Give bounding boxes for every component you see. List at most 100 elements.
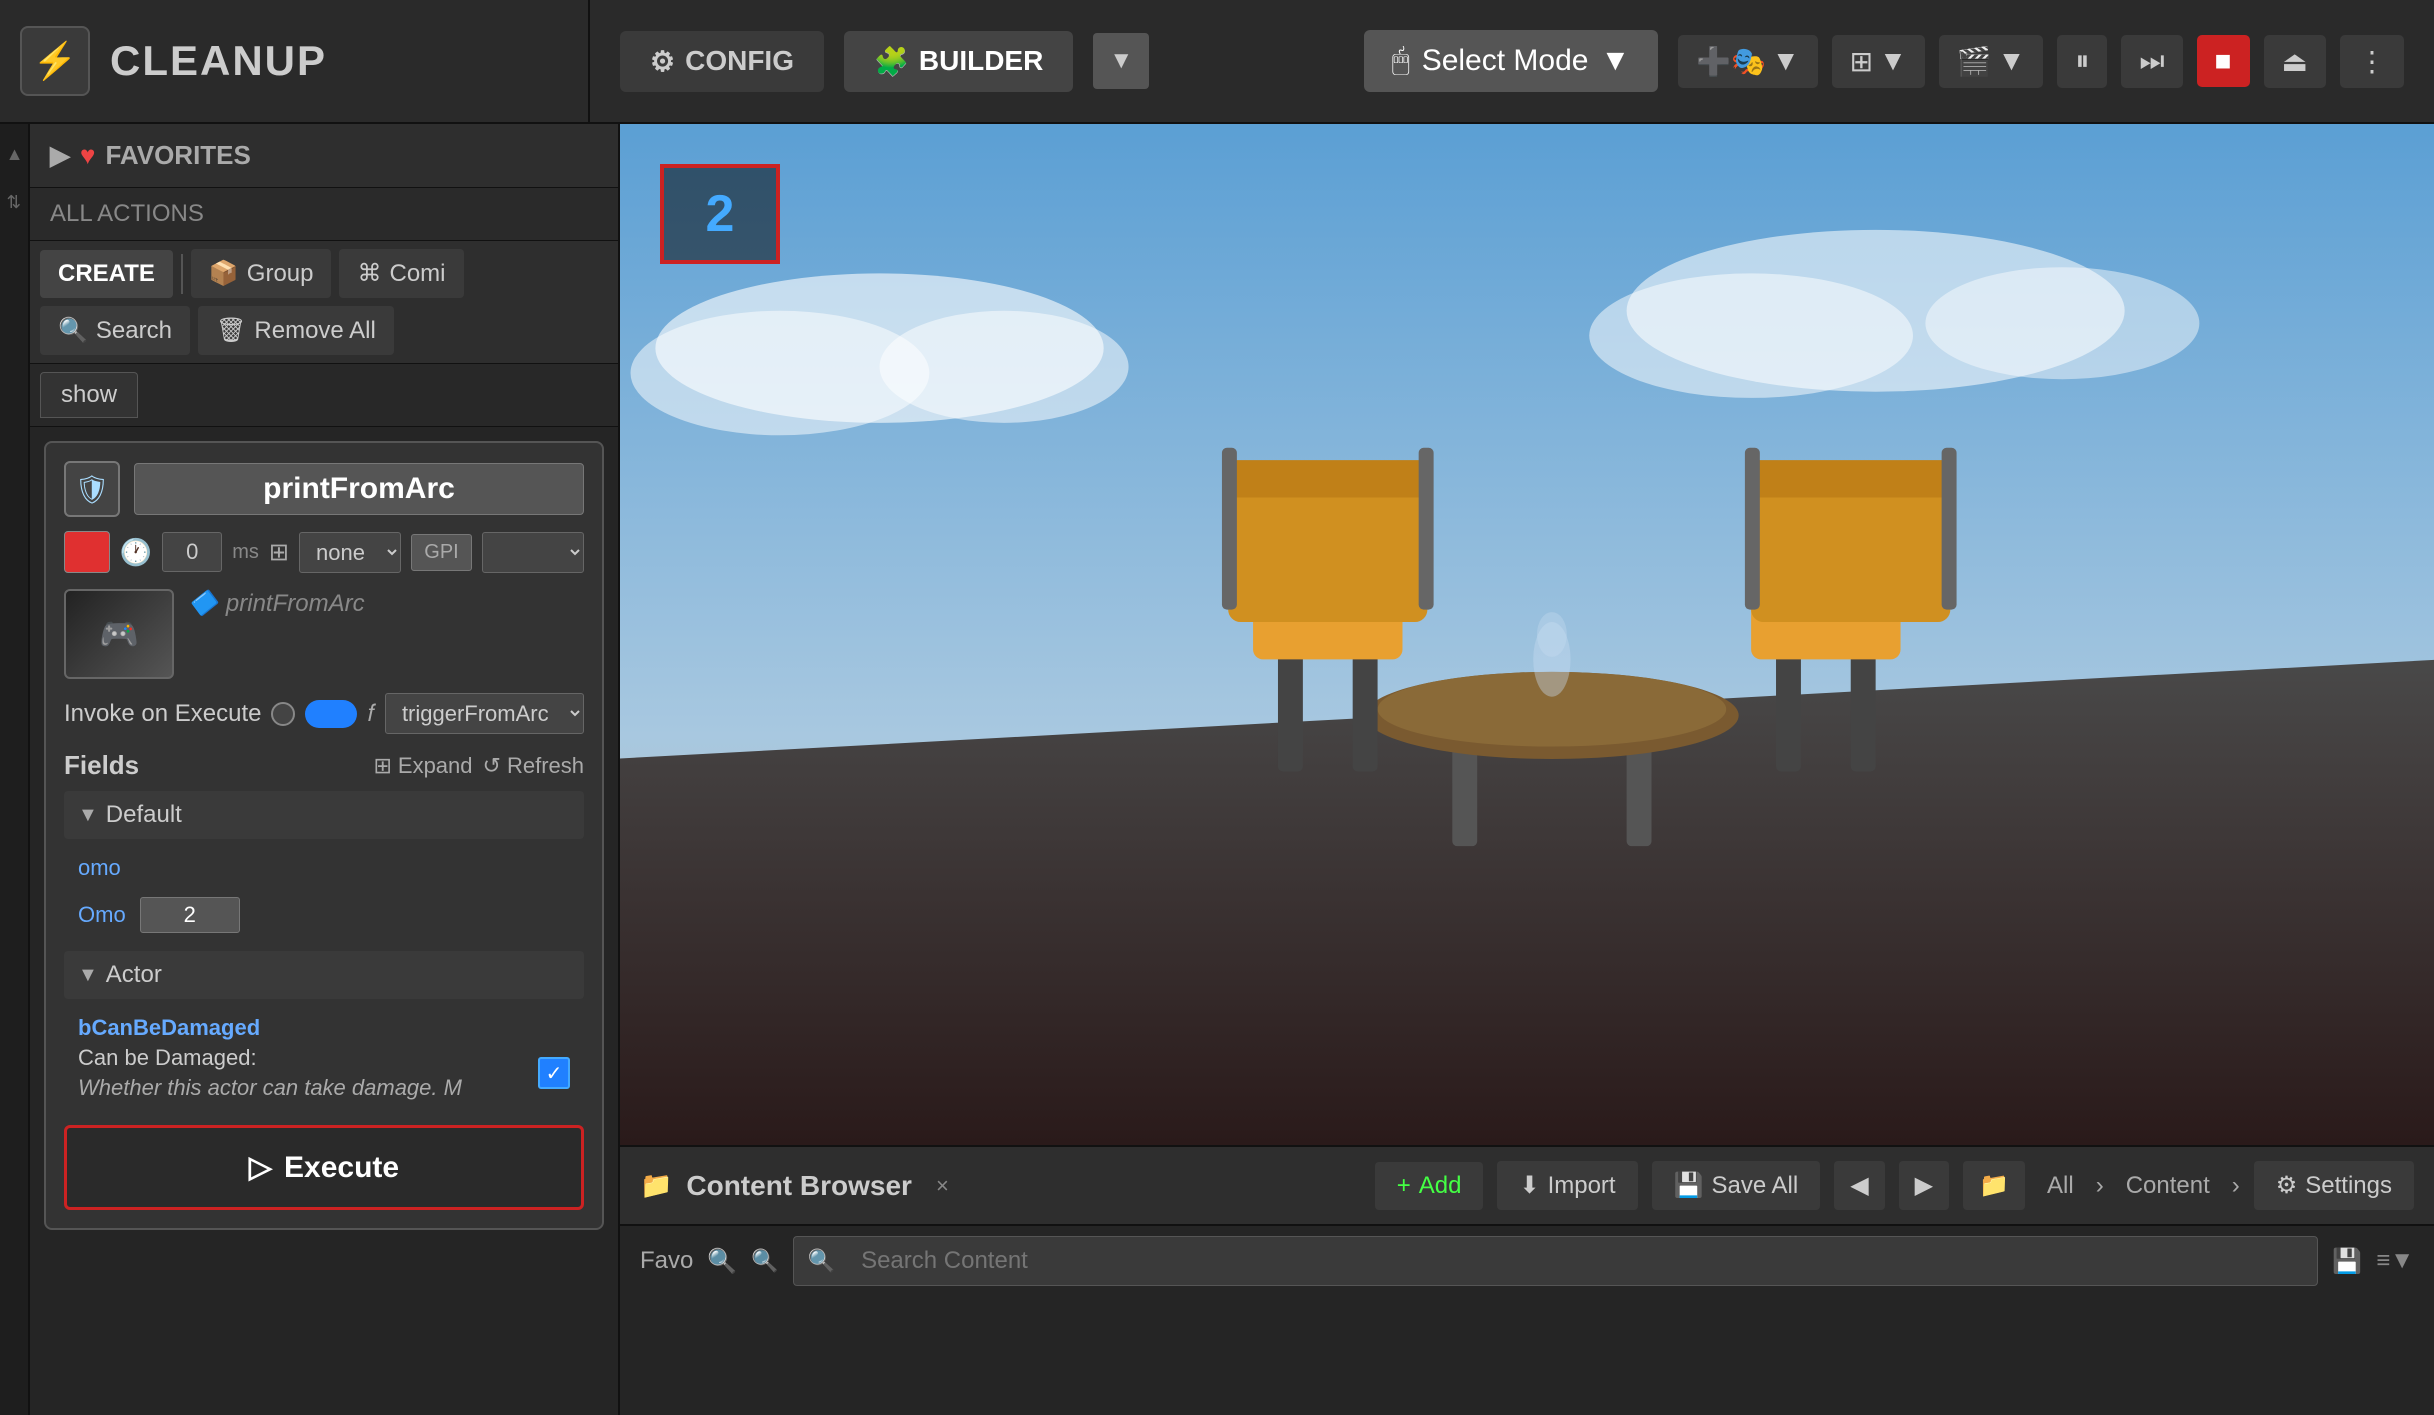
actor-section-header[interactable]: ▼ Actor: [64, 951, 584, 999]
search-icon2: 🔍: [751, 1248, 778, 1274]
create-button[interactable]: CREATE: [40, 250, 173, 298]
content-search-input[interactable]: [845, 1237, 2303, 1285]
browser-save-icon-button[interactable]: 💾: [2332, 1247, 2362, 1276]
refresh-icon: ↺: [483, 753, 501, 779]
command-button[interactable]: ⌘ Comi: [339, 249, 463, 298]
node-settings-row: 🕐 ms ⊞ none GPI: [64, 531, 584, 573]
config-button[interactable]: ⚙ CONFIG: [620, 31, 824, 92]
app-icon: ⚡: [20, 26, 90, 96]
top-bar: ⚡ CLEANUP ⚙ CONFIG 🧩 BUILDER ▼ 🖱 Select …: [0, 0, 2434, 124]
upload-edge-button[interactable]: ▲: [4, 144, 25, 164]
nav-forward-button[interactable]: ▶: [1899, 1161, 1949, 1210]
node-header: 🛡: [64, 461, 584, 517]
nav-back-button[interactable]: ◀: [1834, 1161, 1884, 1210]
breadcrumb-content: Content: [2118, 1172, 2218, 1200]
settings-btn-header[interactable]: ⚙ Settings: [2254, 1161, 2414, 1210]
all-actions-row: ALL ACTIONS: [30, 188, 618, 241]
node-body: 🎮 🔷 printFromArc: [64, 589, 584, 679]
content-browser: 📁 Content Browser × + Add ⬇ Import 💾 Sa: [620, 1145, 2434, 1415]
more-icon: ⋮: [2358, 45, 2386, 78]
command-icon: ⌘: [357, 259, 381, 288]
gear-icon: ⚙: [650, 45, 675, 78]
builder-button[interactable]: 🧩 BUILDER: [844, 31, 1073, 92]
eject-icon: ⏏: [2282, 45, 2308, 78]
arrows-edge-button[interactable]: ⇄: [3, 194, 25, 209]
divider: [181, 254, 183, 294]
action-toolbar: CREATE 📦 Group ⌘ Comi 🔍 Search 🗑 Remove …: [30, 241, 618, 364]
node-title-input[interactable]: [134, 463, 584, 515]
breadcrumb-all: All: [2039, 1172, 2082, 1200]
add-actor-button[interactable]: ➕🎭 ▼: [1678, 35, 1817, 88]
viewport-icons: ➕🎭 ▼ ⊞ ▼ 🎬 ▼ ⏸ ⏭ ■ ⏏: [1678, 35, 2404, 88]
field-row-Omo: Omo: [64, 889, 584, 941]
gpi-select[interactable]: [482, 532, 584, 573]
default-section-header[interactable]: ▼ Default: [64, 791, 584, 839]
execute-button[interactable]: ▷ Execute: [64, 1125, 584, 1210]
more-button[interactable]: ⋮: [2340, 35, 2404, 88]
add-button[interactable]: + Add: [1375, 1162, 1484, 1210]
field-row-omo: omo: [64, 847, 584, 889]
fields-actions: ⊞ Expand ↺ Refresh: [373, 753, 584, 779]
breadcrumb-chevron2: ›: [2232, 1172, 2240, 1200]
group-button[interactable]: 📦 Group: [191, 249, 332, 298]
gpi-badge: GPI: [411, 534, 471, 571]
snap-button[interactable]: ⊞ ▼: [1832, 35, 1925, 88]
invoke-radio[interactable]: [271, 702, 295, 726]
select-mode-button[interactable]: 🖱 Select Mode ▼: [1364, 30, 1658, 92]
snap-icon: ⊞: [1850, 45, 1873, 78]
refresh-button[interactable]: ↺ Refresh: [483, 753, 584, 779]
timer-input[interactable]: [162, 532, 222, 572]
actor-arrow-icon: ▼: [78, 964, 98, 987]
cursor-icon: 🖱: [1392, 44, 1410, 78]
triangle-icon: ▶: [50, 140, 70, 171]
import-button[interactable]: ⬇ Import: [1497, 1161, 1637, 1210]
grid-select[interactable]: none: [299, 532, 401, 573]
app-title: CLEANUP: [110, 37, 327, 85]
pause-button[interactable]: ⏸: [2057, 35, 2107, 88]
field-omo-value-input[interactable]: [140, 897, 240, 933]
scene-svg: [620, 124, 2434, 1145]
viewport-and-bottom: 2 📁 Content Browser × + Add ⬇ Imp: [620, 124, 2434, 1415]
card-area: 🛡 🕐 ms ⊞ none GPI: [30, 427, 618, 1415]
browser-close-button[interactable]: ×: [936, 1173, 949, 1199]
pause-icon: ⏸: [2075, 45, 2089, 78]
favo-button[interactable]: Favo: [640, 1247, 693, 1275]
save-all-button[interactable]: 💾 Save All: [1652, 1161, 1821, 1210]
show-tab[interactable]: show: [40, 372, 138, 418]
invoke-fn-select[interactable]: triggerFromArc: [385, 693, 584, 734]
settings-icon: ⚙: [2276, 1171, 2298, 1200]
viewport[interactable]: 2: [620, 124, 2434, 1145]
search-icon: 🔍: [58, 316, 88, 345]
heart-icon: ♥: [80, 140, 95, 171]
grid-icon: ⊞: [269, 538, 289, 567]
expand-button[interactable]: ⊞ Expand: [373, 753, 472, 779]
chevron-down-icon: ▼: [1772, 45, 1800, 77]
import-icon: ⬇: [1519, 1171, 1539, 1200]
camera-button[interactable]: 🎬 ▼: [1939, 35, 2044, 88]
eject-button[interactable]: ⏏: [2264, 35, 2326, 88]
execute-icon: ▷: [249, 1150, 272, 1185]
left-edge: ▲ ⇄: [0, 124, 30, 1415]
color-swatch[interactable]: [64, 531, 110, 573]
search-small-icon: 🔍: [707, 1247, 737, 1276]
browser-header: 📁 Content Browser × + Add ⬇ Import 💾 Sa: [620, 1147, 2434, 1225]
step-button[interactable]: ⏭: [2121, 35, 2182, 88]
top-right-bar: ⚙ CONFIG 🧩 BUILDER ▼ 🖱 Select Mode ▼ ➕🎭 …: [590, 0, 2434, 122]
can-be-damaged-checkbox[interactable]: ✓: [538, 1057, 570, 1089]
stop-button[interactable]: ■: [2197, 35, 2250, 87]
invoke-toggle[interactable]: [305, 700, 357, 728]
fx-icon: 𝑓: [367, 700, 374, 728]
node-type-icon: 🛡: [64, 461, 120, 517]
builder-dropdown-arrow[interactable]: ▼: [1093, 33, 1149, 89]
browser-tab-icon: 📁: [640, 1170, 672, 1201]
node-card: 🛡 🕐 ms ⊞ none GPI: [44, 441, 604, 1230]
browser-list-icon-button[interactable]: ≡▼: [2376, 1247, 2414, 1275]
favorites-row[interactable]: ▶ ♥ FAVORITES: [30, 124, 618, 188]
nav-folder-button[interactable]: 📁: [1963, 1161, 2025, 1210]
search-button[interactable]: 🔍 Search: [40, 306, 190, 355]
remove-all-button[interactable]: 🗑 Remove All: [198, 306, 394, 355]
actor-section: ▼ Actor bCanBeDamaged Can be Damaged: Wh…: [64, 951, 584, 1109]
show-tab-row: show: [30, 364, 618, 427]
actor-field-bcan: bCanBeDamaged Can be Damaged: Whether th…: [64, 1007, 584, 1109]
browser-bottom-row: Favo 🔍 🔍 🔍 💾 ≡▼: [620, 1225, 2434, 1296]
